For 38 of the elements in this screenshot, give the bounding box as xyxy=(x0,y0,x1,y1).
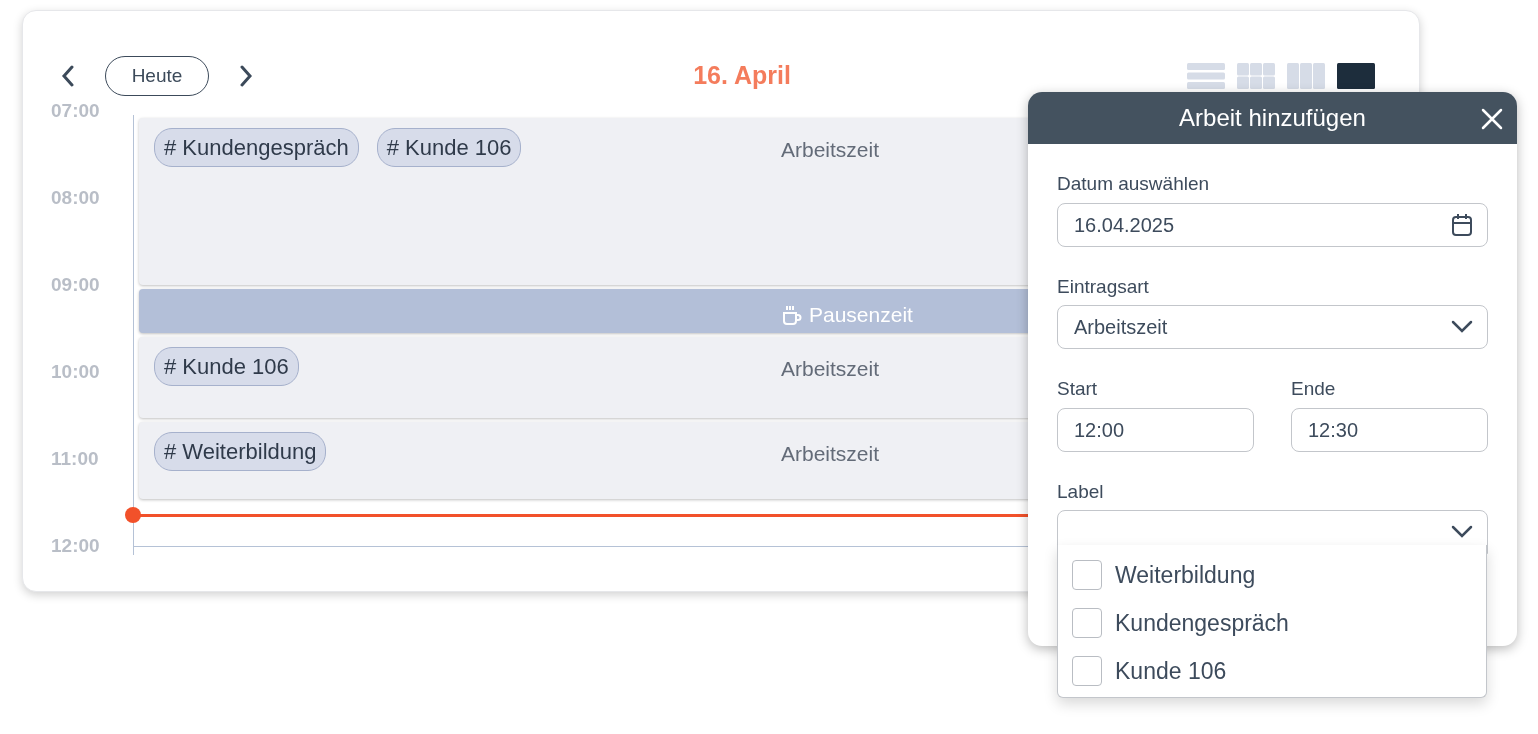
entry-type-select[interactable]: Arbeitszeit xyxy=(1057,305,1488,349)
time-label: 11:00 xyxy=(51,449,100,471)
time-label: 09:00 xyxy=(51,275,101,297)
checkbox[interactable] xyxy=(1072,560,1102,590)
time-field[interactable]: 12:00 xyxy=(1057,407,1254,452)
checkbox[interactable] xyxy=(1072,608,1102,638)
time-label: 12:00 xyxy=(51,536,101,558)
option-label[interactable]: Kundengespräch xyxy=(1115,605,1289,641)
grid-view-button[interactable] xyxy=(1237,63,1275,89)
tag-chip: # Kunde 106 xyxy=(154,347,299,386)
day-view-button[interactable] xyxy=(1337,63,1375,89)
list-view-button[interactable] xyxy=(1187,63,1225,89)
field-label: Datum auswählen xyxy=(1057,172,1211,196)
tag-chip: # Kundengespräch xyxy=(154,128,359,167)
option-label[interactable]: Weiterbildung xyxy=(1115,557,1256,593)
date-title: 16. April xyxy=(692,60,792,92)
time-label: 10:00 xyxy=(51,362,101,384)
entry-type: Arbeitszeit xyxy=(781,357,880,380)
time-label: 07:00 xyxy=(51,101,101,123)
today-button[interactable]: Heute xyxy=(105,56,209,96)
tag-chip: # Kunde 106 xyxy=(376,128,522,167)
calendar-icon xyxy=(1451,212,1473,237)
coffee-cup-icon xyxy=(781,304,803,326)
checkbox[interactable] xyxy=(1072,656,1102,686)
time-field[interactable]: 12:30 xyxy=(1291,407,1488,452)
chevron-down-icon xyxy=(1451,320,1473,334)
columns-view-button[interactable] xyxy=(1287,63,1325,89)
option-label[interactable]: Kunde 106 xyxy=(1115,653,1227,689)
current-time-dot xyxy=(125,507,141,523)
date-field[interactable]: 16.04.2025 xyxy=(1057,202,1488,247)
tag-chip: # Weiterbildung xyxy=(154,432,327,471)
entry-type: Pausenzeit xyxy=(809,302,913,329)
field-label: Start xyxy=(1057,377,1099,401)
entry-type: Arbeitszeit xyxy=(781,138,880,161)
field-label: Ende xyxy=(1291,377,1337,401)
time-label: 08:00 xyxy=(51,188,101,210)
entry-type: Arbeitszeit xyxy=(781,442,880,465)
chevron-down-icon xyxy=(1451,525,1473,539)
